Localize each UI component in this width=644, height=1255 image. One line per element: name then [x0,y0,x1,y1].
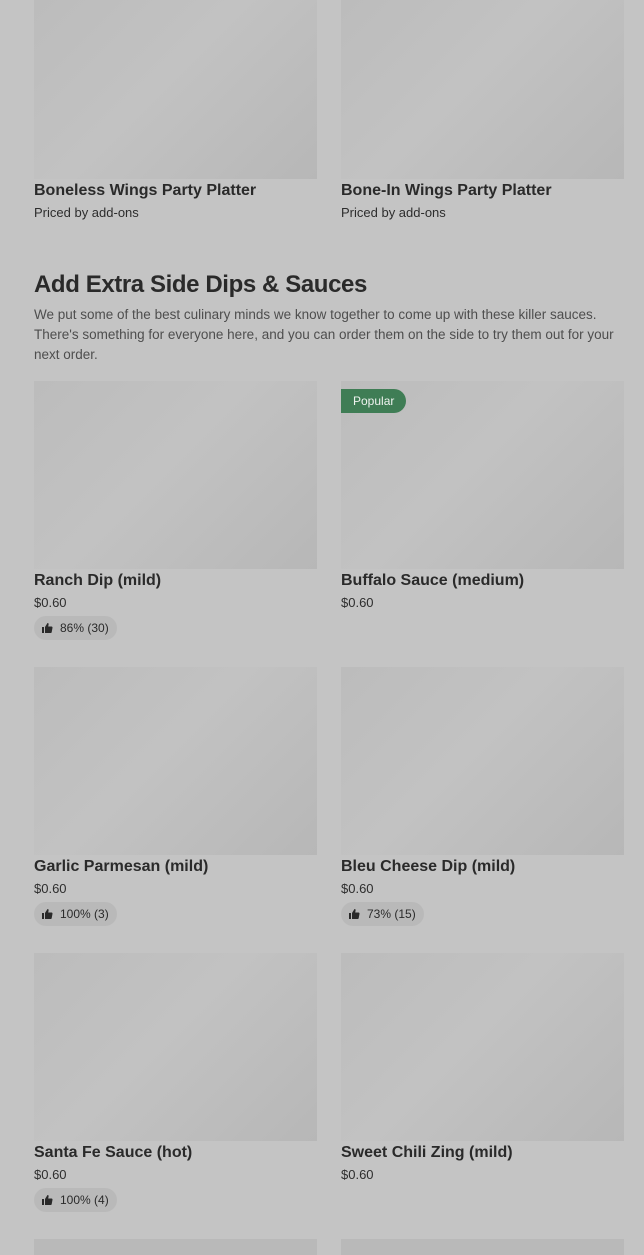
menu-item-image-partial[interactable] [341,1239,624,1255]
rating-badge: 86% (30) [34,616,117,640]
rating-text: 100% (4) [60,1193,109,1207]
menu-item-price: $0.60 [341,1167,374,1182]
section-description: We put some of the best culinary minds w… [34,307,614,362]
menu-item-title: Sweet Chili Zing (mild) [341,1144,513,1161]
menu-item-price: $0.60 [341,881,374,896]
menu-item-card-garlic-parmesan[interactable]: Garlic Parmesan (mild) $0.60 100% (3) [34,667,317,926]
rating-text: 100% (3) [60,907,109,921]
rating-badge: 100% (4) [34,1188,117,1212]
menu-item-price: $0.60 [341,595,374,610]
menu-item-title: Garlic Parmesan (mild) [34,858,209,875]
rating-text: 73% (15) [367,907,416,921]
menu-item-card-bone-in-platter[interactable]: Bone-In Wings Party Platter Priced by ad… [341,0,624,223]
popular-badge: Popular [341,389,407,413]
thumbs-up-icon [42,909,53,919]
menu-item-image[interactable] [341,667,624,855]
rating-badge: 100% (3) [34,902,117,926]
menu-item-image[interactable] [34,667,317,855]
menu-item-card-boneless-platter[interactable]: Boneless Wings Party Platter Priced by a… [34,0,317,223]
menu-item-image[interactable] [34,953,317,1141]
rating-text: 86% (30) [60,621,109,635]
menu-item-card-bleu-cheese-dip[interactable]: Bleu Cheese Dip (mild) $0.60 73% (15) [341,667,624,926]
menu-item-title: Bone-In Wings Party Platter [341,182,552,199]
thumbs-up-icon [349,909,360,919]
menu-item-image[interactable] [341,953,624,1141]
menu-item-card-ranch-dip[interactable]: Ranch Dip (mild) $0.60 86% (30) [34,381,317,640]
menu-item-title: Bleu Cheese Dip (mild) [341,858,516,875]
menu-item-price: $0.60 [34,1167,67,1182]
menu-item-card-santa-fe-sauce[interactable]: Santa Fe Sauce (hot) $0.60 100% (4) [34,953,317,1212]
section-title: Add Extra Side Dips & Sauces [34,271,367,298]
menu-item-image[interactable]: Popular [341,381,624,569]
menu-item-image[interactable] [341,0,624,179]
menu-item-card-buffalo-sauce[interactable]: Popular Buffalo Sauce (medium) $0.60 [341,381,624,613]
menu-item-card-sweet-chili-zing[interactable]: Sweet Chili Zing (mild) $0.60 [341,953,624,1185]
menu-item-title: Santa Fe Sauce (hot) [34,1144,193,1161]
rating-badge: 73% (15) [341,902,424,926]
thumbs-up-icon [42,623,53,633]
menu-item-price: Priced by add-ons [34,205,139,220]
menu-page: Boneless Wings Party Platter Priced by a… [0,0,644,1255]
menu-item-title: Boneless Wings Party Platter [34,182,257,199]
menu-item-image[interactable] [34,381,317,569]
menu-item-title: Ranch Dip (mild) [34,572,162,589]
menu-item-price: Priced by add-ons [341,205,446,220]
menu-item-price: $0.60 [34,595,67,610]
menu-item-title: Buffalo Sauce (medium) [341,572,525,589]
menu-item-price: $0.60 [34,881,67,896]
menu-item-image[interactable] [34,0,317,179]
thumbs-up-icon [42,1195,53,1205]
menu-item-image-partial[interactable] [34,1239,317,1255]
